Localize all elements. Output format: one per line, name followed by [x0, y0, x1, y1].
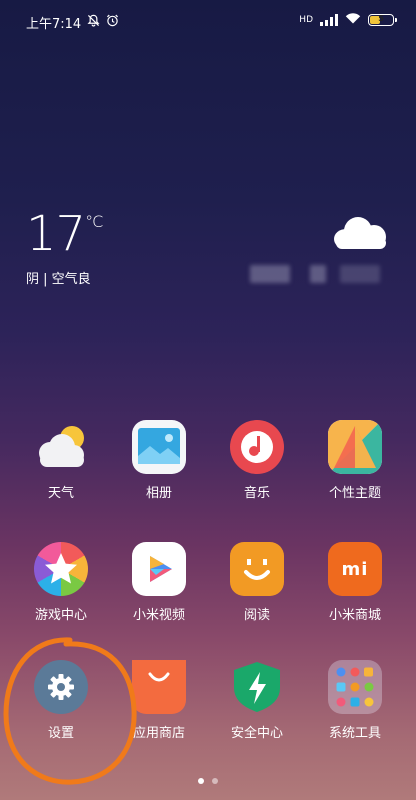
- security-icon: [230, 660, 284, 714]
- mi-store-icon: mi: [328, 542, 382, 596]
- app-music[interactable]: 音乐: [209, 420, 305, 501]
- battery-level: 5: [378, 13, 384, 23]
- gallery-icon: [132, 420, 186, 474]
- settings-icon: [34, 660, 88, 714]
- clock: 上午7:14: [26, 17, 82, 32]
- app-themes[interactable]: 个性主题: [307, 420, 403, 501]
- temperature: 17°C: [26, 210, 103, 258]
- video-icon: [132, 542, 186, 596]
- weather-condition: 阴 | 空气良: [26, 272, 91, 287]
- weather-widget[interactable]: 17°C 阴 | 空气良: [26, 210, 103, 287]
- temperature-unit: °C: [85, 212, 103, 231]
- app-label: 个性主题: [328, 486, 381, 501]
- app-label: 音乐: [243, 486, 270, 501]
- app-label: 小米商城: [328, 608, 381, 623]
- app-settings[interactable]: 设置: [13, 660, 109, 741]
- app-mi-store[interactable]: mi 小米商城: [307, 542, 403, 623]
- notifications-off-icon: [87, 14, 100, 31]
- page-indicator[interactable]: [198, 778, 218, 784]
- battery-icon: 5: [368, 13, 397, 26]
- weather-icon: [34, 420, 88, 474]
- app-video[interactable]: 小米视频: [111, 542, 207, 623]
- app-game-center[interactable]: 游戏中心: [13, 542, 109, 623]
- signal-icon: [320, 13, 338, 26]
- temperature-value: 17: [26, 206, 86, 262]
- page-dot-active[interactable]: [198, 778, 204, 784]
- app-weather[interactable]: 天气: [13, 420, 109, 501]
- app-store-icon: [132, 660, 186, 714]
- cloud-icon: [330, 215, 390, 249]
- app-label: 设置: [47, 726, 74, 741]
- app-label: 安全中心: [230, 726, 283, 741]
- game-center-icon: [34, 542, 88, 596]
- app-tools-folder[interactable]: 系统工具: [307, 660, 403, 741]
- tools-folder-icon: [328, 660, 382, 714]
- app-app-store[interactable]: 应用商店: [111, 660, 207, 741]
- app-label: 游戏中心: [34, 608, 87, 623]
- blurred-area: [340, 265, 380, 283]
- app-gallery[interactable]: 相册: [111, 420, 207, 501]
- reader-icon: [230, 542, 284, 596]
- status-bar: 上午7:14 HD 5: [0, 0, 416, 40]
- blurred-area: [250, 265, 290, 283]
- wifi-icon: [345, 12, 361, 27]
- themes-icon: [328, 420, 382, 474]
- mi-logo: mi: [341, 559, 369, 580]
- app-label: 相册: [145, 486, 172, 501]
- music-icon: [230, 420, 284, 474]
- app-security[interactable]: 安全中心: [209, 660, 305, 741]
- app-label: 小米视频: [132, 608, 185, 623]
- hd-label: HD: [299, 14, 313, 25]
- page-dot[interactable]: [212, 778, 218, 784]
- alarm-icon: [106, 14, 119, 31]
- app-reader[interactable]: 阅读: [209, 542, 305, 623]
- app-label: 应用商店: [132, 726, 185, 741]
- app-label: 阅读: [243, 608, 270, 623]
- app-label: 系统工具: [328, 726, 381, 741]
- app-label: 天气: [47, 486, 74, 501]
- blurred-area: [310, 265, 326, 283]
